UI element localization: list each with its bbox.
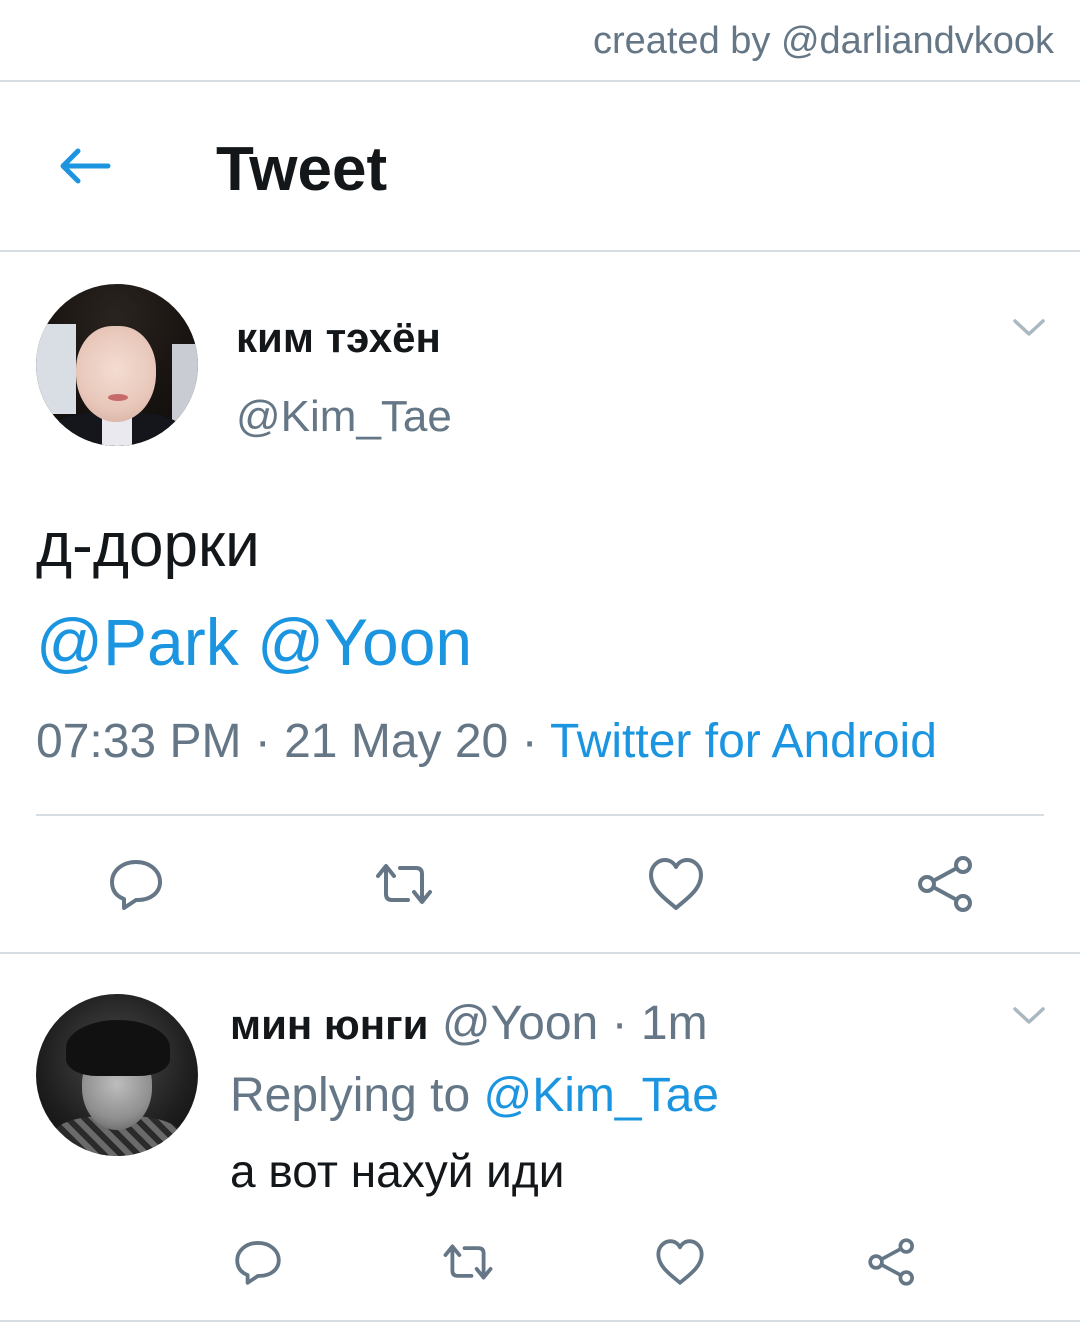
like-button[interactable] — [652, 1234, 708, 1290]
tweet-source-link[interactable]: Twitter for Android — [550, 715, 937, 768]
reply-menu-button[interactable] — [1012, 1006, 1046, 1026]
chevron-down-icon — [1013, 1007, 1045, 1024]
tweet-mentions: @Park @Yoon — [36, 606, 472, 678]
avatar[interactable] — [36, 284, 198, 446]
avatar[interactable] — [36, 994, 198, 1156]
replying-to-link[interactable]: @Kim_Tae — [483, 1069, 718, 1122]
tweet-date: 21 May 20 — [284, 715, 509, 768]
like-icon — [656, 1239, 704, 1285]
reply-age: 1m — [640, 997, 708, 1050]
like-icon — [649, 858, 703, 910]
chevron-down-icon — [1013, 319, 1045, 336]
share-button[interactable] — [864, 1234, 920, 1290]
top-app-bar: Tweet — [0, 82, 1080, 252]
share-icon — [868, 1238, 914, 1286]
main-tweet: ким тэхён @Kim_Tae д-дорки @Park @Yoon 0… — [0, 252, 1080, 954]
reply-text: а вот нахуй иди — [230, 1145, 565, 1197]
retweet-button[interactable] — [372, 852, 436, 916]
back-button[interactable] — [52, 134, 116, 198]
like-button[interactable] — [644, 852, 708, 916]
reply-header: мин юнги @Yoon · 1m — [230, 997, 708, 1050]
reply-button[interactable] — [104, 852, 168, 916]
divider — [0, 1320, 1080, 1322]
divider — [36, 814, 1044, 816]
reply-icon — [110, 860, 162, 910]
arrow-left-icon — [60, 148, 111, 184]
reply-display-name[interactable]: мин юнги — [230, 1001, 428, 1048]
replying-to: Replying to @Kim_Tae — [230, 1069, 719, 1122]
reply-tweet[interactable]: мин юнги @Yoon · 1m Replying to @Kim_Tae… — [0, 954, 1080, 1340]
reply-icon — [235, 1241, 281, 1285]
mention-link[interactable]: @Park — [36, 605, 239, 679]
retweet-icon — [443, 1244, 493, 1280]
page-title: Tweet — [216, 135, 388, 204]
share-icon — [918, 856, 972, 912]
author-display-name[interactable]: ким тэхён — [236, 314, 441, 362]
reply-handle[interactable]: @Yoon — [442, 997, 598, 1050]
tweet-menu-button[interactable] — [1012, 318, 1046, 338]
tweet-text: д-дорки — [36, 511, 260, 580]
watermark-text: created by @darliandvkook — [592, 20, 1054, 62]
tweet-time: 07:33 PM — [36, 715, 242, 768]
author-handle[interactable]: @Kim_Tae — [236, 392, 452, 442]
mention-link[interactable]: @Yoon — [257, 605, 472, 679]
retweet-icon — [376, 864, 432, 904]
watermark-bar: created by @darliandvkook — [0, 0, 1080, 82]
tweet-meta: 07:33 PM · 21 May 20 · Twitter for Andro… — [36, 715, 937, 768]
share-button[interactable] — [914, 852, 978, 916]
retweet-button[interactable] — [440, 1234, 496, 1290]
reply-button[interactable] — [230, 1234, 286, 1290]
